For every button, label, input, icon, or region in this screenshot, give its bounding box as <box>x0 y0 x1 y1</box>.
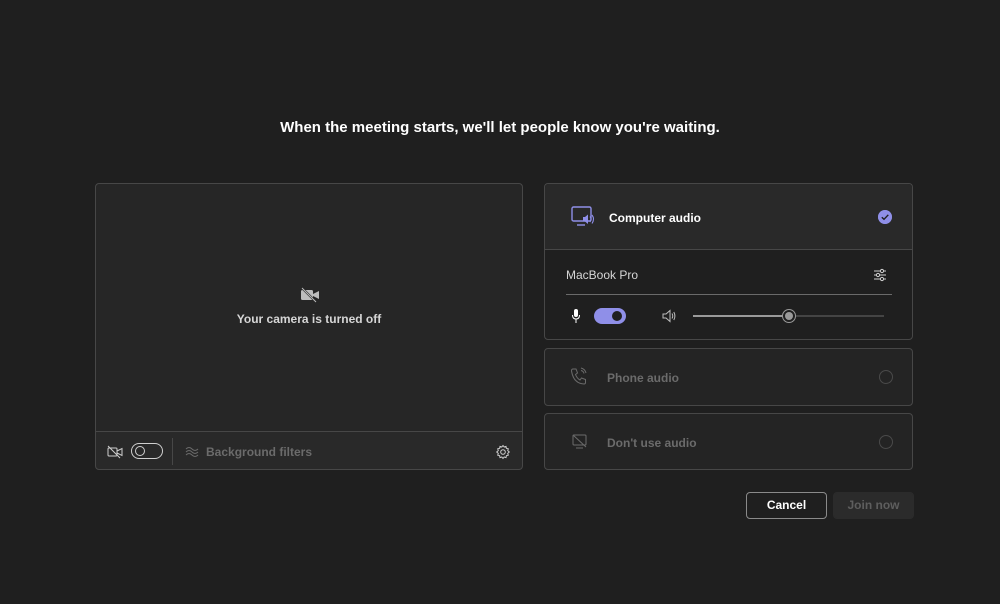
computer-speaker-icon <box>571 206 595 226</box>
background-filters-icon <box>185 447 199 457</box>
camera-off-icon <box>301 287 319 303</box>
microphone-toggle-knob <box>612 311 622 321</box>
phone-audio-label: Phone audio <box>607 371 679 385</box>
camera-off-small-icon <box>107 445 123 459</box>
computer-audio-option[interactable]: Computer audio MacBook Pro <box>544 183 913 340</box>
no-audio-radio[interactable] <box>879 435 893 449</box>
video-toolbar: Background filters <box>96 431 522 470</box>
selected-check-icon <box>878 210 892 224</box>
join-now-button[interactable]: Join now <box>833 492 914 519</box>
video-preview-panel: Your camera is turned off Background fil… <box>95 183 523 470</box>
no-audio-label: Don't use audio <box>607 436 697 450</box>
camera-off-message: Your camera is turned off <box>236 312 382 326</box>
volume-slider[interactable] <box>693 309 884 323</box>
no-audio-icon <box>572 434 587 449</box>
device-settings-sliders-icon[interactable] <box>872 267 888 283</box>
no-audio-option[interactable]: Don't use audio <box>544 413 913 470</box>
volume-slider-thumb[interactable] <box>781 309 796 323</box>
audio-device-select[interactable]: MacBook Pro <box>566 268 638 282</box>
volume-slider-fill <box>693 315 789 317</box>
cancel-button[interactable]: Cancel <box>746 492 827 519</box>
speaker-icon <box>662 309 676 323</box>
phone-audio-option[interactable]: Phone audio <box>544 348 913 406</box>
background-filters-button[interactable]: Background filters <box>206 445 312 459</box>
toolbar-divider <box>172 438 173 465</box>
computer-audio-header[interactable]: Computer audio <box>545 184 912 250</box>
page-heading: When the meeting starts, we'll let peopl… <box>280 119 720 136</box>
gear-icon[interactable] <box>495 444 511 460</box>
phone-audio-radio[interactable] <box>879 370 893 384</box>
phone-audio-icon <box>570 367 587 385</box>
camera-toggle-knob <box>135 446 145 456</box>
video-preview-area: Your camera is turned off <box>96 184 522 431</box>
device-divider <box>566 294 892 295</box>
camera-toggle[interactable] <box>131 443 163 459</box>
microphone-toggle[interactable] <box>594 308 626 324</box>
computer-audio-label: Computer audio <box>609 211 701 225</box>
microphone-icon <box>572 309 580 323</box>
